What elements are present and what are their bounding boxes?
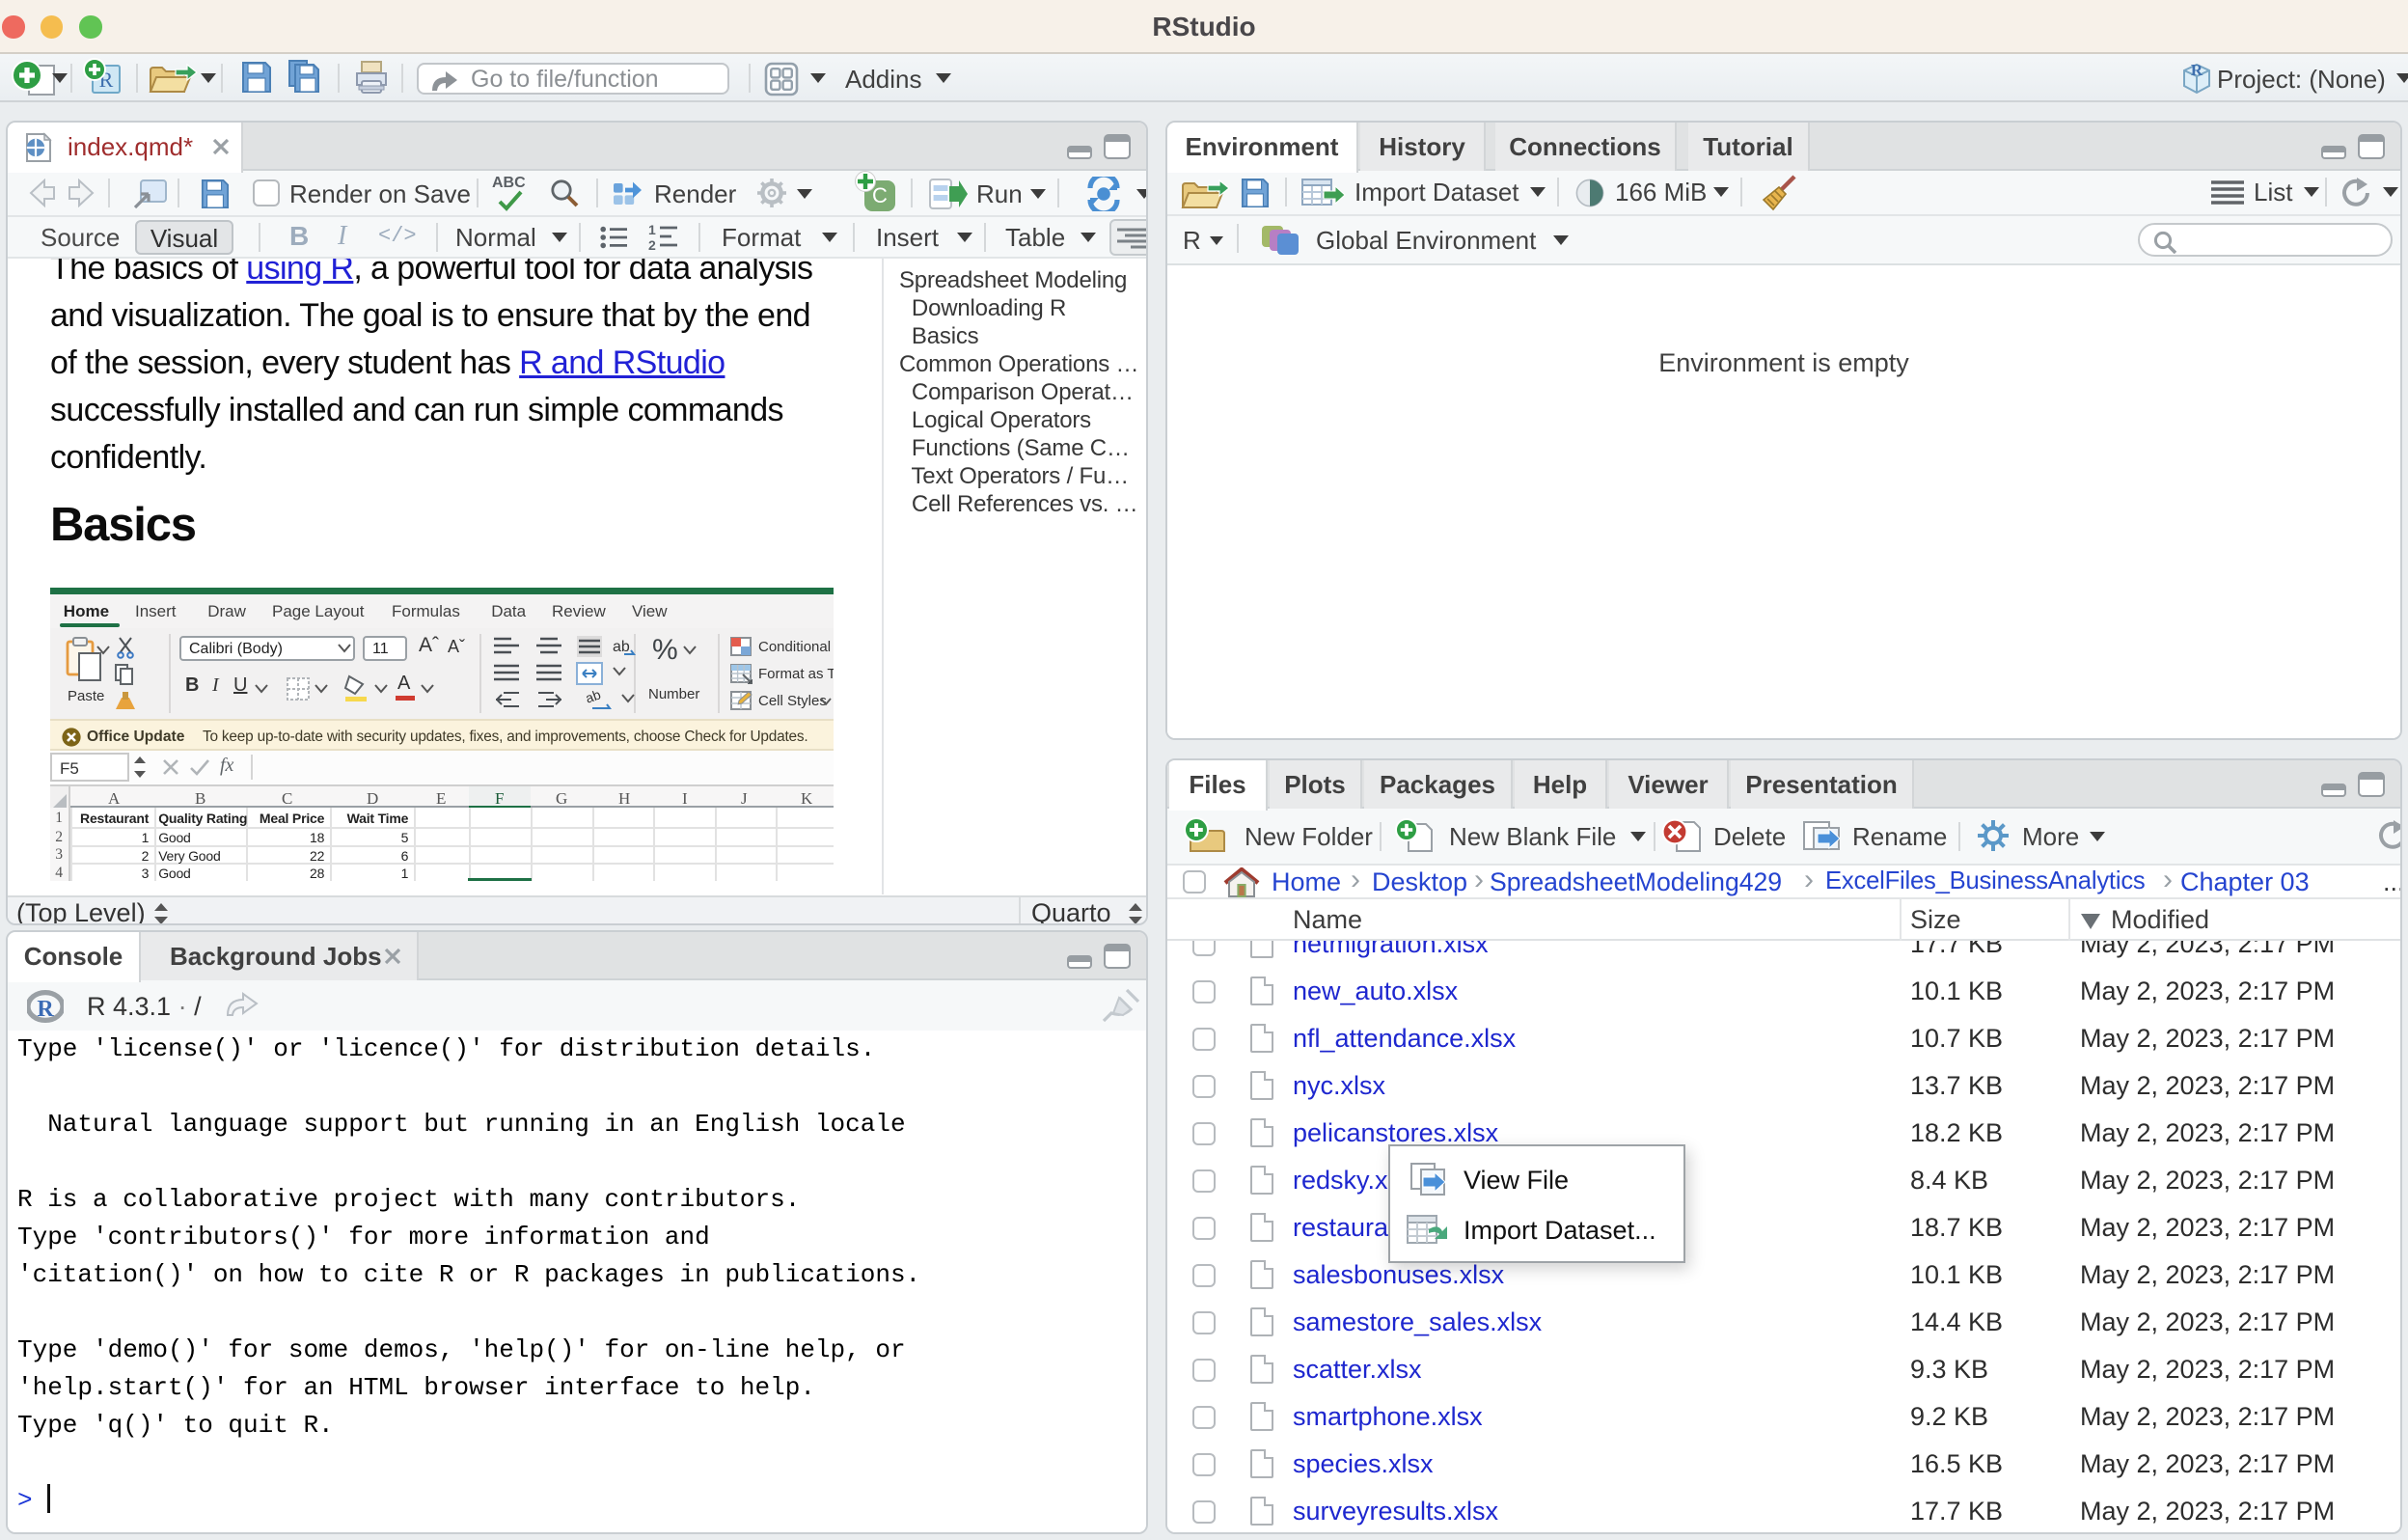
svg-text:1: 1 xyxy=(648,223,656,237)
svg-text:2: 2 xyxy=(648,237,656,252)
svg-text:R: R xyxy=(2191,61,2203,79)
svg-text:ab: ab xyxy=(613,639,630,655)
svg-text:ab: ab xyxy=(587,688,603,706)
svg-text:R: R xyxy=(37,997,54,1022)
